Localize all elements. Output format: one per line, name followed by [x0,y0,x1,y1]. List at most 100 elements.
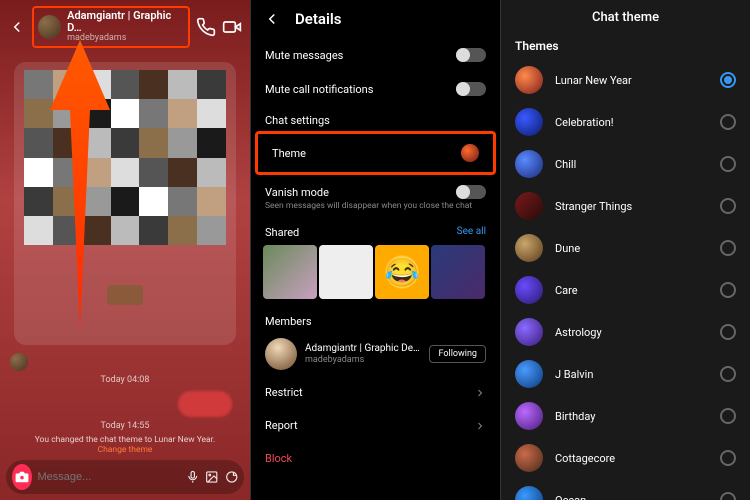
timestamp: Today 04:08 [0,375,250,385]
mute-messages-toggle[interactable] [456,48,486,62]
theme-radio[interactable] [720,282,736,298]
theme-name: Celebration! [555,116,614,129]
mute-calls-label: Mute call notifications [265,83,373,96]
details-panel: Details Mute messages Mute call notifica… [250,0,500,500]
block-label: Block [265,452,292,465]
theme-icon [515,234,543,262]
theme-radio[interactable] [720,408,736,424]
restrict-row[interactable]: Restrict [251,376,500,409]
themes-list: Lunar New Year Celebration! Chill Strang… [501,59,750,500]
avatar [38,15,61,39]
theme-option[interactable]: Chill [501,143,750,185]
theme-option[interactable]: Celebration! [501,101,750,143]
member-name: Adamgiantr | Graphic De… [305,343,421,355]
chat-theme-title: Chat theme [501,0,750,35]
shared-label: Shared [265,226,299,239]
block-row[interactable]: Block [251,442,500,475]
caption-bubble [107,285,143,305]
report-label: Report [265,419,298,432]
mute-messages-label: Mute messages [265,49,343,62]
theme-option[interactable]: Ocean [501,479,750,500]
back-icon[interactable] [263,10,281,28]
theme-radio[interactable] [720,198,736,214]
details-header: Details [251,0,500,38]
theme-icon [515,318,543,346]
sender-avatar [10,353,28,371]
camera-icon [15,470,29,484]
theme-name: Astrology [555,326,602,339]
members-label: Members [251,307,500,332]
chat-theme-panel: Chat theme Themes Lunar New Year Celebra… [500,0,750,500]
message-input[interactable] [38,471,180,483]
shared-thumb[interactable] [431,245,485,299]
theme-radio[interactable] [720,240,736,256]
report-row[interactable]: Report [251,409,500,442]
shared-thumb[interactable] [319,245,373,299]
camera-button[interactable] [12,464,32,490]
sticker-icon[interactable] [225,468,239,486]
mic-icon[interactable] [186,468,200,486]
theme-change-notice: You changed the chat theme to Lunar New … [0,431,250,459]
message-composer [6,460,244,494]
theme-icon [515,150,543,178]
member-row[interactable]: Adamgiantr | Graphic De… madebyadams Fol… [251,332,500,376]
shared-header: Shared See all [251,220,500,245]
video-call-icon[interactable] [222,17,242,37]
theme-name: Lunar New Year [555,74,632,87]
member-handle: madebyadams [305,355,421,366]
shared-strip: 😂 [251,245,500,307]
outgoing-message[interactable] [178,391,232,417]
details-title: Details [295,10,341,28]
change-theme-link[interactable]: Change theme [98,445,153,455]
theme-name: Stranger Things [555,200,632,213]
chat-settings-label: Chat settings [251,106,500,131]
chat-user-header[interactable]: Adamgiantr | Graphic D… madebyadams [32,6,190,48]
theme-option[interactable]: Cottagecore [501,437,750,479]
back-icon[interactable] [8,18,26,36]
theme-option[interactable]: Birthday [501,395,750,437]
shared-thumb[interactable]: 😂 [375,245,429,299]
chat-panel: Adamgiantr | Graphic D… madebyadams Toda… [0,0,250,500]
theme-name: J Balvin [555,368,593,381]
call-icon[interactable] [196,17,216,37]
shared-thumb[interactable] [263,245,317,299]
theme-radio[interactable] [720,156,736,172]
shared-image[interactable] [14,62,236,345]
mute-calls-toggle[interactable] [456,82,486,96]
theme-icon [515,486,543,500]
theme-option[interactable]: Lunar New Year [501,59,750,101]
mute-messages-row[interactable]: Mute messages [251,38,500,72]
see-all-link[interactable]: See all [457,226,486,239]
theme-icon [515,276,543,304]
theme-swatch-icon [461,144,479,162]
mute-calls-row[interactable]: Mute call notifications [251,72,500,106]
theme-name: Care [555,284,578,297]
chat-header: Adamgiantr | Graphic D… madebyadams [0,0,250,54]
theme-option[interactable]: Astrology [501,311,750,353]
vanish-mode-description: Seen messages will disappear when you cl… [251,201,500,220]
vanish-mode-row[interactable]: Vanish mode [251,175,500,201]
theme-option[interactable]: J Balvin [501,353,750,395]
blurred-image [24,70,226,245]
theme-name: Cottagecore [555,452,615,465]
theme-radio[interactable] [720,114,736,130]
theme-icon [515,360,543,388]
theme-icon [515,444,543,472]
theme-radio[interactable] [720,492,736,500]
theme-name: Chill [555,158,576,171]
theme-name: Birthday [555,410,596,423]
vanish-mode-toggle[interactable] [456,185,486,199]
timestamp: Today 14:55 [0,421,250,431]
following-button[interactable]: Following [429,345,486,363]
theme-radio[interactable] [720,72,736,88]
theme-radio[interactable] [720,450,736,466]
theme-icon [515,66,543,94]
theme-radio[interactable] [720,324,736,340]
theme-row[interactable]: Theme [255,131,496,175]
theme-radio[interactable] [720,366,736,382]
vanish-mode-label: Vanish mode [265,186,329,199]
theme-option[interactable]: Dune [501,227,750,269]
image-icon[interactable] [205,468,219,486]
theme-option[interactable]: Stranger Things [501,185,750,227]
theme-option[interactable]: Care [501,269,750,311]
